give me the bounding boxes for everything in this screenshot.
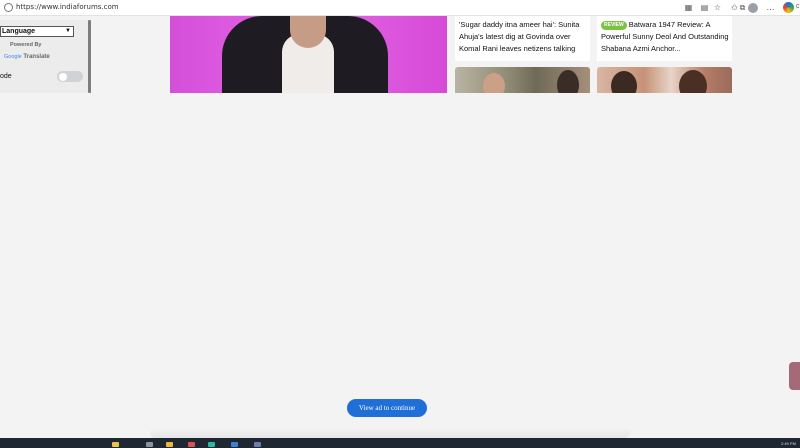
google-logo: Google <box>4 54 22 60</box>
taskbar-app-icon[interactable] <box>208 442 215 447</box>
address-bar[interactable]: https://www.indiaforums.com <box>16 3 119 11</box>
site-info-icon[interactable] <box>4 3 13 12</box>
taskbar-app-icon[interactable] <box>146 442 153 447</box>
news-card[interactable]: 'Sugar daddy itna ameer hai': Sunita Ahu… <box>455 16 590 61</box>
reading-view-icon[interactable]: ▤ <box>700 3 709 12</box>
news-title[interactable]: REVIEW Batwara 1947 Review: A Powerful Su… <box>601 19 731 55</box>
news-card[interactable]: REVIEW Batwara 1947 Review: A Powerful Su… <box>597 16 732 61</box>
taskbar-clock[interactable]: 2:49 PM <box>781 441 796 446</box>
mode-label: ode <box>0 73 12 80</box>
toggle-knob <box>59 72 67 81</box>
more-menu-icon[interactable]: … <box>766 3 775 12</box>
favorite-star-icon[interactable]: ☆ <box>713 3 722 12</box>
bottom-shadow <box>150 428 630 438</box>
taskbar-app-icon[interactable] <box>188 442 195 447</box>
review-badge: REVIEW <box>601 21 627 30</box>
taskbar <box>0 438 800 448</box>
copilot-icon[interactable] <box>783 2 794 13</box>
browser-toolbar: https://www.indiaforums.com ▦ ▤ ☆ ✩ ⧉ … … <box>0 0 800 16</box>
powered-by-label: Powered By <box>10 42 42 48</box>
news-thumbnail[interactable] <box>597 67 732 93</box>
split-screen-icon[interactable]: ▦ <box>684 3 693 12</box>
taskbar-app-icon[interactable] <box>231 442 238 447</box>
thumbnail-face <box>483 73 505 93</box>
side-ad-tab[interactable] <box>789 362 800 390</box>
collections-icon[interactable]: ⧉ <box>738 3 747 12</box>
translate-widget: Language ▼ Powered By Google Translate o… <box>0 20 88 93</box>
news-title[interactable]: 'Sugar daddy itna ameer hai': Sunita Ahu… <box>459 19 589 55</box>
view-ad-button[interactable]: View ad to continue <box>347 399 427 417</box>
chevron-down-icon: ▼ <box>65 28 71 34</box>
thumbnail-face <box>679 70 707 93</box>
translate-label: Translate <box>23 54 50 60</box>
thumbnail-face <box>611 71 637 93</box>
google-translate-link[interactable]: Google Translate <box>4 54 50 60</box>
sidebar-scrollbar[interactable] <box>88 20 91 93</box>
news-thumbnail[interactable] <box>455 67 590 93</box>
language-select[interactable]: Language ▼ <box>0 26 74 37</box>
hero-image[interactable] <box>170 16 447 93</box>
profile-avatar[interactable] <box>748 3 758 13</box>
taskbar-app-icon[interactable] <box>112 442 119 447</box>
mode-toggle[interactable] <box>57 71 83 82</box>
taskbar-app-icon[interactable] <box>254 442 261 447</box>
edge-cutoff-glyph: c <box>796 3 800 10</box>
language-select-label: Language <box>2 28 36 35</box>
thumbnail-face <box>557 70 579 93</box>
taskbar-app-icon[interactable] <box>166 442 173 447</box>
